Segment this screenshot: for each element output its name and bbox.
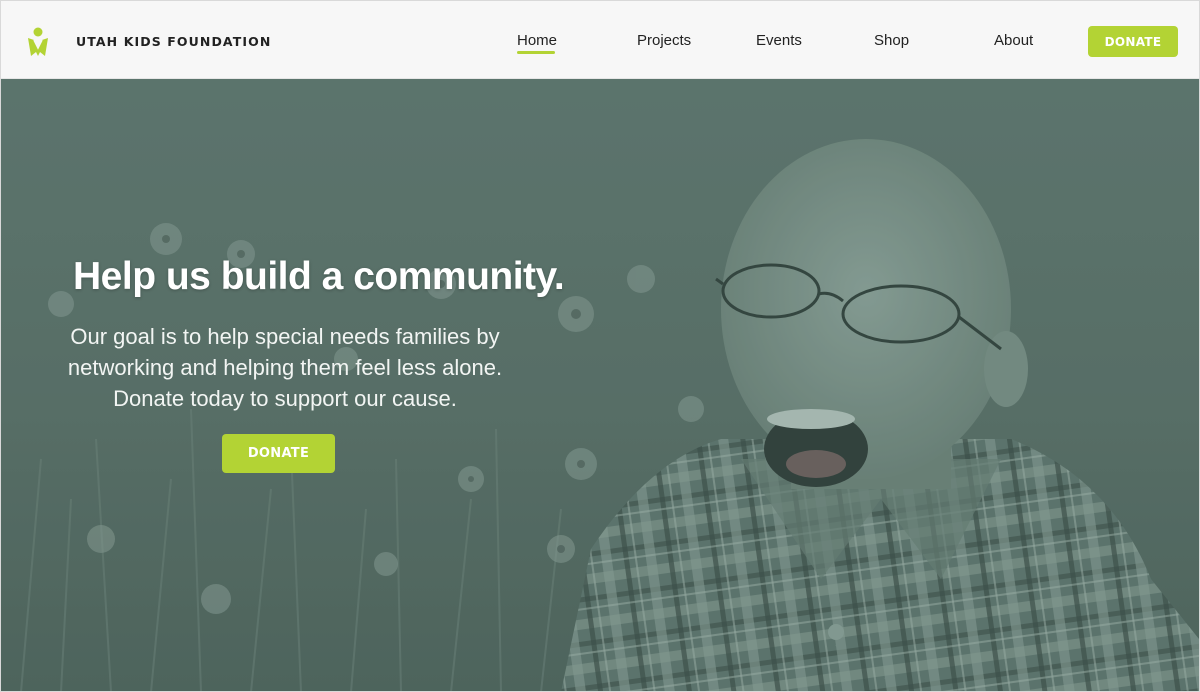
nav-events[interactable]: Events (756, 32, 802, 49)
logo-icon[interactable] (25, 26, 51, 60)
hero-title: Help us build a community. (73, 255, 565, 298)
nav-home[interactable]: Home (517, 32, 557, 49)
nav-projects[interactable]: Projects (637, 32, 691, 49)
nav-about[interactable]: About (994, 32, 1033, 49)
hero-section: Help us build a community. Our goal is t… (1, 79, 1199, 691)
nav-shop[interactable]: Shop (874, 32, 909, 49)
header-donate-button[interactable]: DONATE (1088, 26, 1178, 57)
hero-subtitle: Our goal is to help special needs famili… (67, 324, 503, 411)
active-nav-indicator (517, 51, 555, 54)
hero-donate-button[interactable]: DONATE (222, 434, 335, 473)
brand-name[interactable]: UTAH KIDS FOUNDATION (76, 34, 271, 49)
page: UTAH KIDS FOUNDATION Home Projects Event… (0, 0, 1200, 692)
site-header: UTAH KIDS FOUNDATION Home Projects Event… (1, 1, 1199, 79)
